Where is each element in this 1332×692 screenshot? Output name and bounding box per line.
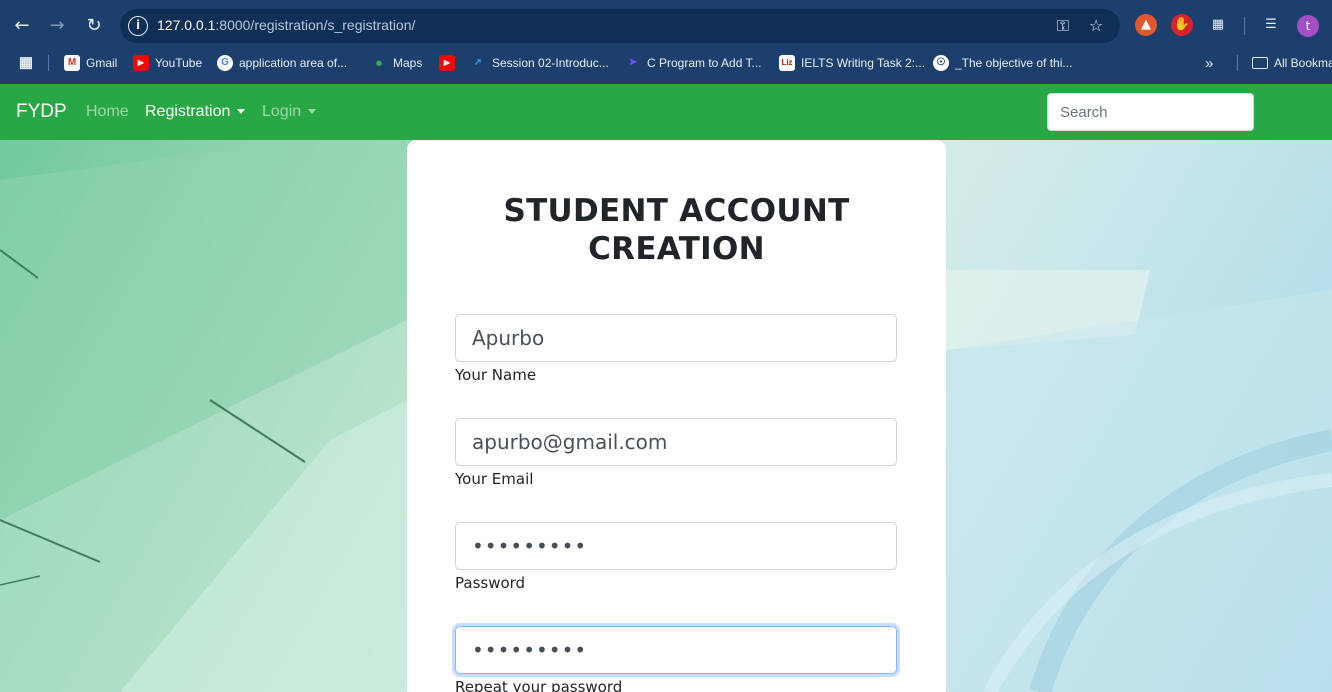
bookmark-star-icon[interactable]: ☆	[1085, 15, 1107, 37]
reload-icon[interactable]: ↻	[80, 12, 108, 40]
bookmark-youtube-2[interactable]: ▶	[439, 52, 455, 74]
apps-grid-icon[interactable]: ▦	[18, 52, 34, 74]
back-arrow-icon[interactable]: ←	[8, 12, 36, 40]
c-program-icon: ➤	[628, 57, 638, 68]
folder-icon	[1252, 57, 1268, 69]
search-input[interactable]	[1047, 93, 1254, 131]
bookmark-label: Session 02-Introduc...	[492, 56, 609, 70]
nav-login-dropdown[interactable]: Login	[262, 103, 317, 121]
nav-registration-dropdown[interactable]: Registration	[145, 103, 246, 121]
more-bookmarks-chevron-icon[interactable]: »	[1205, 52, 1213, 74]
address-url[interactable]: 127.0.0.1:8000/registration/s_registrati…	[157, 17, 415, 33]
youtube-icon: ▶	[133, 55, 149, 71]
toolbar-divider	[1244, 17, 1245, 35]
repeat-password-field[interactable]	[455, 626, 897, 674]
maps-pin-icon: ●	[375, 55, 383, 70]
bookmark-youtube[interactable]: ▶ YouTube	[133, 52, 202, 74]
bookmark-label: C Program to Add T...	[647, 56, 762, 70]
bookmark-label: _The objective of thi...	[955, 56, 1073, 70]
forward-arrow-icon[interactable]: →	[43, 12, 71, 40]
bookmark-session-02[interactable]: ➚ Session 02-Introduc...	[470, 52, 609, 74]
form-title: STUDENT ACCOUNT CREATION	[503, 193, 850, 267]
bookmark-maps[interactable]: ● Maps	[371, 52, 422, 74]
extension-hand-icon[interactable]: ✋	[1171, 14, 1193, 36]
caret-down-icon	[308, 109, 317, 115]
liz-icon: Liz	[779, 55, 795, 71]
google-icon: G	[217, 55, 233, 71]
bookmark-objective[interactable]: ☉ _The objective of thi...	[933, 52, 1072, 74]
bookmark-application-area[interactable]: Gapplication area of...	[217, 52, 347, 74]
youtube-icon: ▶	[439, 55, 455, 71]
nav-login-label: Login	[262, 103, 302, 120]
password-field[interactable]	[455, 522, 897, 570]
extension-fire-icon[interactable]: ▲	[1135, 14, 1157, 36]
caret-down-icon	[237, 109, 246, 115]
password-label: Password	[455, 574, 526, 592]
nav-registration-label: Registration	[145, 103, 231, 120]
bookmark-label: Maps	[393, 56, 423, 70]
bookmark-label: IELTS Writing Task 2:...	[801, 56, 926, 70]
site-info-icon[interactable]: i	[128, 16, 148, 36]
bookmark-label: Gmail	[86, 56, 118, 70]
extensions-puzzle-icon[interactable]: ▦	[1207, 14, 1229, 36]
gmail-icon: M	[64, 55, 80, 71]
bookmark-c-program[interactable]: ➤ C Program to Add T...	[625, 52, 762, 74]
repeat-password-label: Repeat your password	[455, 678, 623, 692]
bookmark-ielts[interactable]: Liz IELTS Writing Task 2:...	[779, 52, 925, 74]
reading-list-icon[interactable]: ☰	[1260, 14, 1282, 36]
name-label: Your Name	[455, 366, 537, 384]
site-navbar: FYDP Home Registration Login	[0, 84, 1332, 140]
address-bar[interactable]: i 127.0.0.1:8000/registration/s_registra…	[120, 9, 1120, 43]
bookmark-label: application area of...	[239, 56, 348, 70]
email-label: Your Email	[455, 470, 534, 488]
password-key-icon[interactable]: ⚿	[1052, 15, 1074, 37]
profile-avatar[interactable]: t	[1297, 15, 1319, 37]
name-field[interactable]	[455, 314, 897, 362]
all-bookmarks[interactable]: All Bookmarks	[1252, 52, 1332, 74]
email-field[interactable]	[455, 418, 897, 466]
bookmark-divider	[48, 55, 49, 71]
globe-icon: ☉	[933, 55, 949, 71]
navbar-brand[interactable]: FYDP	[16, 101, 67, 123]
all-bookmarks-label: All Bookmarks	[1274, 56, 1332, 70]
session-icon: ➚	[473, 57, 483, 68]
bookmark-divider	[1237, 55, 1238, 71]
bookmark-gmail[interactable]: M Gmail	[64, 52, 117, 74]
bookmark-label: YouTube	[155, 56, 203, 70]
nav-home[interactable]: Home	[86, 103, 129, 121]
registration-card: STUDENT ACCOUNT CREATION Your Name Your …	[407, 140, 946, 692]
